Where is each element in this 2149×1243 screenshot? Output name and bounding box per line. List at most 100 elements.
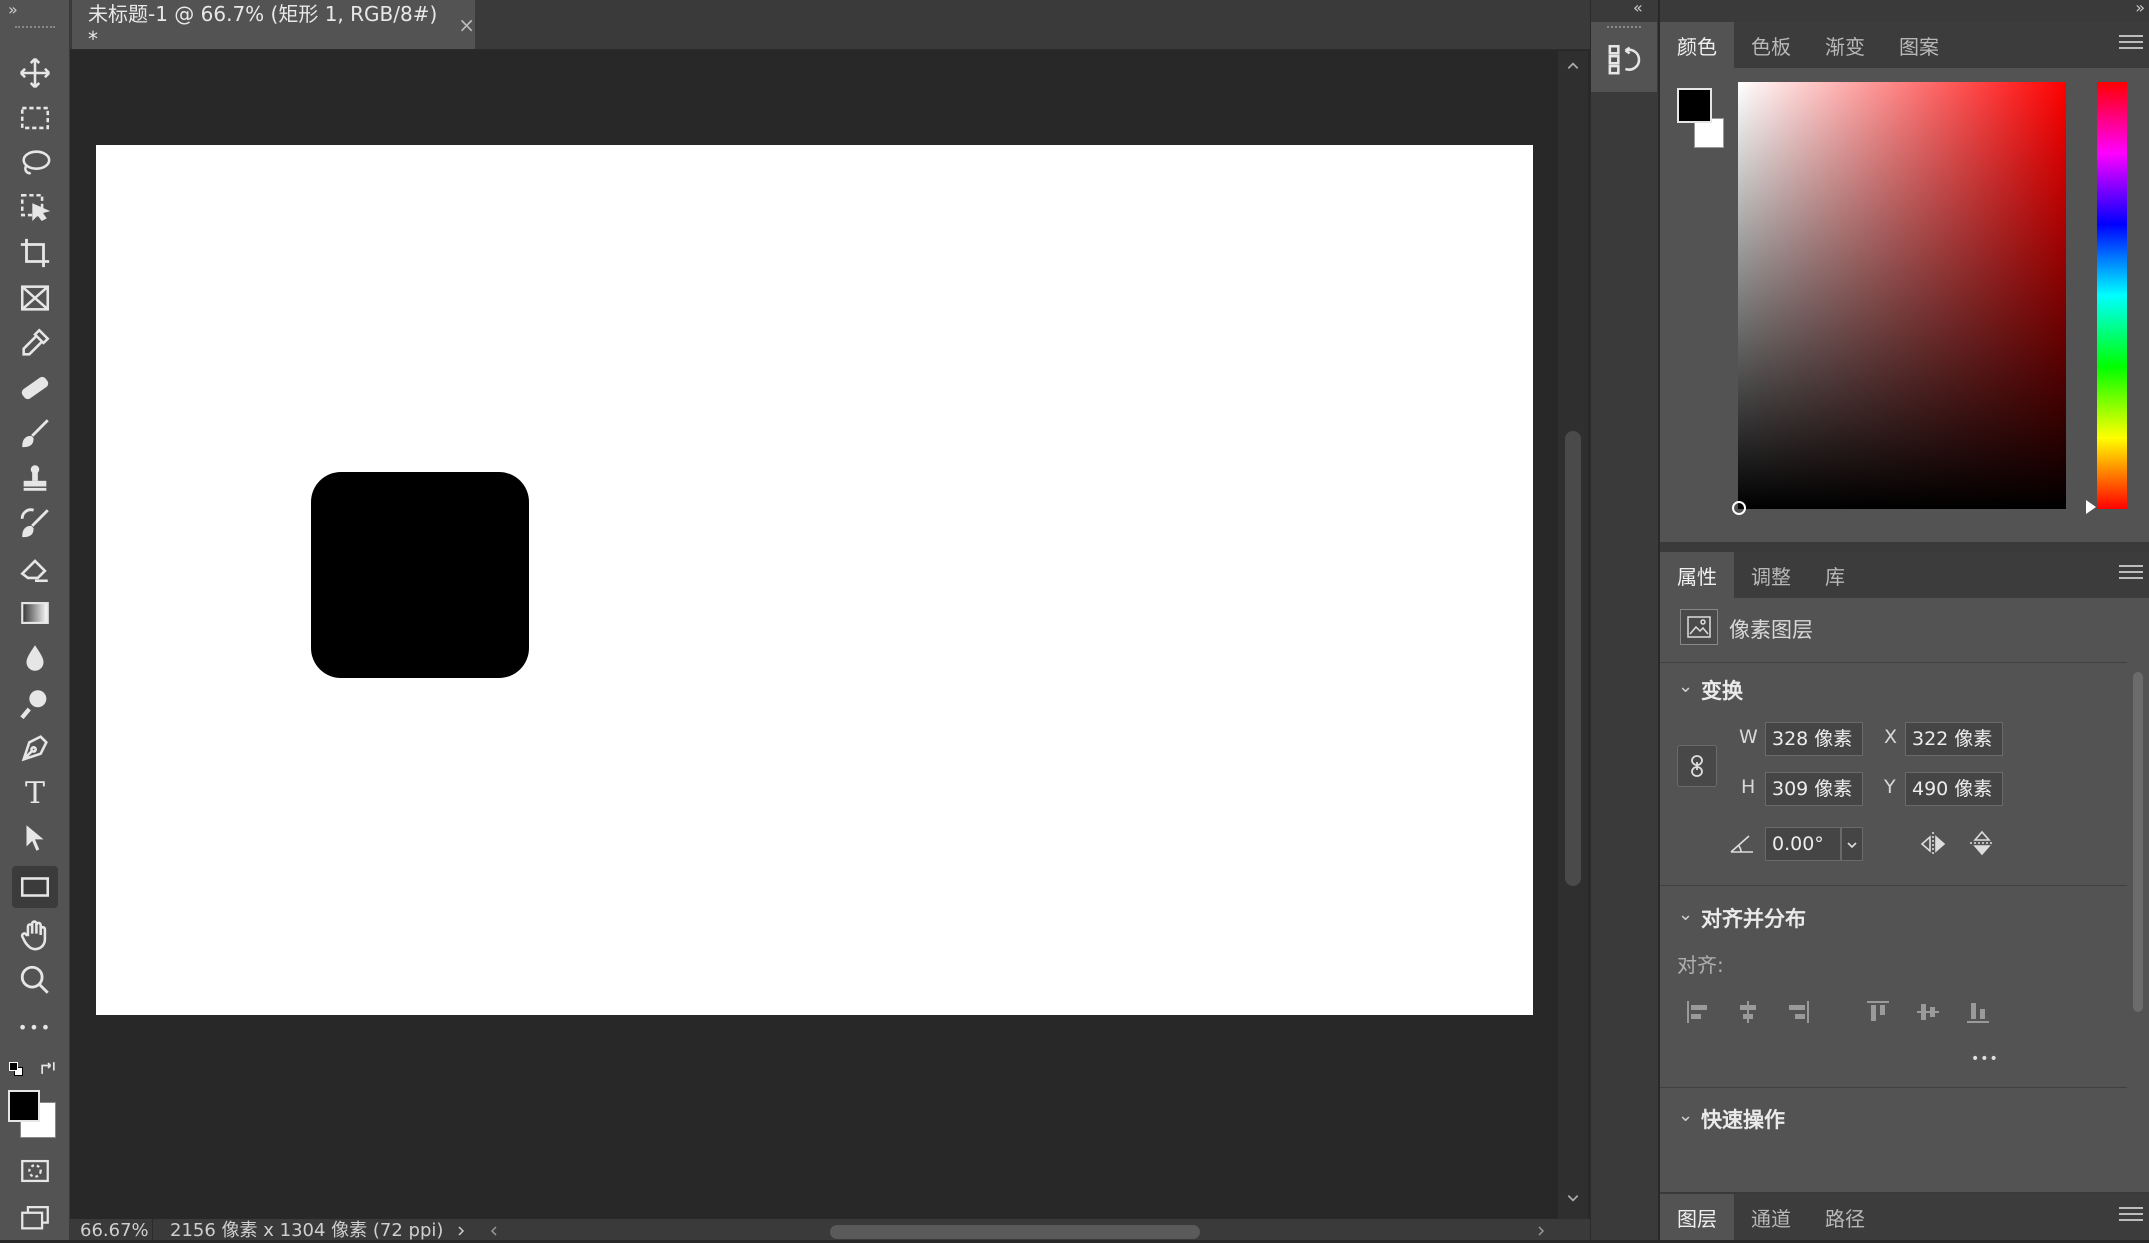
object-select-tool[interactable]: [12, 187, 58, 229]
brush-tool[interactable]: [12, 412, 58, 454]
document-canvas[interactable]: [96, 145, 1533, 1015]
link-dimensions-button[interactable]: [1677, 745, 1717, 787]
move-tool[interactable]: [12, 52, 58, 94]
canvas-area[interactable]: [70, 51, 1558, 1219]
status-menu-chevron-icon[interactable]: [455, 1224, 467, 1238]
collapse-toolbar-icon[interactable]: »: [8, 0, 18, 19]
align-vertical-center-icon[interactable]: [1914, 998, 1942, 1026]
quick-actions-section-title[interactable]: 快速操作: [1701, 1104, 1785, 1134]
pen-icon: [21, 735, 48, 762]
eyedropper-tool[interactable]: [12, 322, 58, 364]
history-brush-tool[interactable]: [12, 502, 58, 544]
arrow-icon: [26, 825, 44, 851]
hand-tool[interactable]: [12, 914, 58, 956]
foreground-color-swatch[interactable]: [8, 1090, 40, 1122]
tab-properties[interactable]: 属性: [1660, 552, 1734, 598]
quick-mask-button[interactable]: [12, 1150, 58, 1192]
tab-channels[interactable]: 通道: [1734, 1194, 1808, 1240]
tab-layers[interactable]: 图层: [1660, 1194, 1734, 1240]
align-label: 对齐:: [1677, 953, 1724, 977]
toolbar-grip[interactable]: [15, 26, 55, 29]
dodge-tool[interactable]: [12, 682, 58, 724]
collapse-panels-icon[interactable]: «: [1633, 0, 1643, 17]
rectangle-tool[interactable]: [12, 866, 58, 908]
gradient-tool[interactable]: [12, 592, 58, 634]
height-field[interactable]: 309 像素: [1765, 772, 1863, 806]
hue-slider-handle[interactable]: [2086, 500, 2096, 514]
tab-libraries[interactable]: 库: [1808, 552, 1862, 598]
tab-gradients[interactable]: 渐变: [1808, 22, 1882, 68]
eraser-tool[interactable]: [12, 547, 58, 589]
screen-mode-button[interactable]: [12, 1196, 58, 1238]
frame-tool[interactable]: [12, 277, 58, 319]
path-select-tool[interactable]: [12, 817, 58, 859]
crop-tool[interactable]: [12, 232, 58, 274]
align-collapse-icon[interactable]: ⌄: [1678, 904, 1693, 925]
tab-patterns[interactable]: 图案: [1882, 22, 1956, 68]
close-document-icon[interactable]: ×: [458, 13, 475, 37]
align-horizontal-center-icon[interactable]: [1734, 998, 1762, 1026]
vertical-scroll-thumb[interactable]: [1565, 431, 1581, 886]
properties-scroll-thumb[interactable]: [2133, 672, 2143, 1012]
healing-tool[interactable]: [12, 367, 58, 409]
align-left-icon[interactable]: [1684, 998, 1712, 1026]
align-top-icon[interactable]: [1864, 998, 1892, 1026]
tab-swatches[interactable]: 色板: [1734, 22, 1808, 68]
document-tab[interactable]: 未标题-1 @ 66.7% (矩形 1, RGB/8#) * ×: [72, 0, 475, 51]
horizontal-scroll-thumb[interactable]: [830, 1225, 1200, 1239]
more-tools[interactable]: •••: [12, 1006, 58, 1048]
saturation-brightness-field[interactable]: [1732, 82, 2066, 515]
blur-tool[interactable]: [12, 637, 58, 679]
ellipsis-icon: •••: [17, 1017, 53, 1037]
vertical-scrollbar[interactable]: [1558, 51, 1588, 1219]
history-panel-button[interactable]: [1591, 22, 1657, 92]
zoom-icon: [20, 965, 49, 994]
transform-collapse-icon[interactable]: ⌄: [1678, 676, 1693, 697]
eyedropper-icon: [22, 328, 50, 356]
align-bottom-icon[interactable]: [1964, 998, 1992, 1026]
scroll-right-icon[interactable]: [1535, 1224, 1547, 1238]
width-field[interactable]: 328 像素: [1765, 722, 1863, 756]
tab-color[interactable]: 颜色: [1660, 22, 1734, 68]
scroll-up-icon[interactable]: [1566, 59, 1580, 73]
default-colors-icon[interactable]: [9, 1062, 23, 1076]
angle-dropdown-button[interactable]: [1841, 827, 1863, 861]
lasso-tool[interactable]: [12, 142, 58, 184]
more-options-icon[interactable]: •••: [1971, 1051, 1999, 1067]
tab-adjustments[interactable]: 调整: [1734, 552, 1808, 598]
angle-field[interactable]: 0.00°: [1765, 827, 1841, 861]
quick-actions-collapse-icon[interactable]: ⌄: [1678, 1105, 1693, 1126]
expand-panels-icon[interactable]: »: [2135, 0, 2145, 17]
type-tool[interactable]: T: [12, 772, 58, 814]
swap-colors-icon[interactable]: [38, 1058, 58, 1078]
flip-horizontal-icon[interactable]: [1918, 830, 1948, 858]
pen-tool[interactable]: [12, 727, 58, 769]
transform-section-title[interactable]: 变换: [1701, 675, 1743, 705]
align-right-icon[interactable]: [1784, 998, 1812, 1026]
hand-icon: [20, 920, 47, 951]
flip-vertical-icon[interactable]: [1968, 828, 1996, 858]
y-position-field[interactable]: 490 像素: [1905, 772, 2003, 806]
align-section-title[interactable]: 对齐并分布: [1701, 903, 1806, 933]
hue-slider[interactable]: [2097, 82, 2127, 509]
rounded-rectangle-shape[interactable]: [311, 472, 529, 678]
color-panel: 颜色 色板 渐变 图案: [1660, 22, 2149, 542]
document-info[interactable]: 2156 像素 x 1304 像素 (72 ppi): [170, 1219, 443, 1243]
x-position-field[interactable]: 322 像素: [1905, 722, 2003, 756]
frame-icon: [20, 285, 50, 311]
zoom-tool[interactable]: [12, 959, 58, 1001]
scroll-left-icon[interactable]: [488, 1224, 500, 1238]
panel-menu-icon[interactable]: [2119, 565, 2143, 583]
foreground-color-chip[interactable]: [1677, 88, 1712, 123]
tab-paths[interactable]: 路径: [1808, 1194, 1882, 1240]
properties-panel: 属性 调整 库 像素图层 ⌄ 变换 W 328 像素 X 322 像素 H 30…: [1660, 552, 2149, 1192]
bandage-icon: [21, 376, 49, 400]
color-picker-marker[interactable]: [1732, 501, 1746, 515]
panel-menu-icon[interactable]: [2119, 35, 2143, 53]
scroll-down-icon[interactable]: [1566, 1191, 1580, 1205]
panel-menu-icon[interactable]: [2119, 1207, 2143, 1225]
zoom-level[interactable]: 66.67%: [70, 1219, 153, 1241]
marquee-tool[interactable]: [12, 97, 58, 139]
panel-grip[interactable]: [1607, 26, 1641, 29]
stamp-tool[interactable]: [12, 457, 58, 499]
